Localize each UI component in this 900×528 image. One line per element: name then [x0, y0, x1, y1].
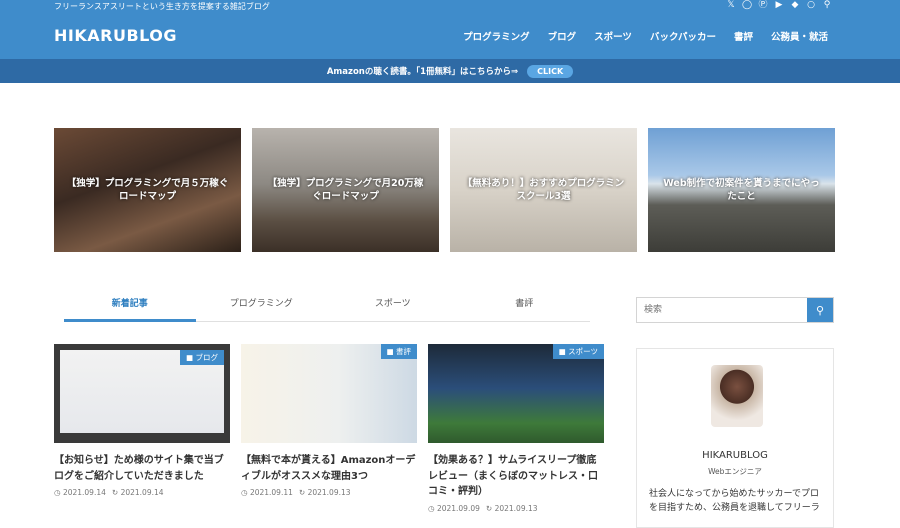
search-icon[interactable]: ⚲ — [822, 0, 832, 10]
featured-posts: 【独学】プログラミングで月５万稼ぐロードマップ 【独学】プログラミングで月20万… — [54, 128, 835, 252]
folder-icon: ■ — [558, 347, 569, 356]
post-thumbnail[interactable]: ■ スポーツ — [428, 344, 604, 443]
notice-text[interactable]: Amazonの聴く読書。「1冊無料」はこちらから⇒ — [327, 65, 518, 77]
tab-sports[interactable]: スポーツ — [327, 296, 459, 321]
search-icon: ⚲ — [815, 304, 825, 317]
sidebar-search-button[interactable]: ⚲ — [807, 298, 833, 322]
featured-card-title: 【独学】プログラミングで月５万稼ぐロードマップ — [66, 178, 229, 202]
post-card[interactable]: ■ ブログ 【お知らせ】ため様のサイト集で当ブログをご紹介していただきました ◷… — [54, 344, 230, 513]
profile-description: 社会人になってから始めたサッカーでプロを目指すため、公務員を退職してフリーラ — [649, 489, 820, 514]
feedly-icon[interactable]: ◆ — [790, 0, 800, 10]
post-dates: ◷ 2021.09.14 ↻ 2021.09.14 — [54, 488, 230, 497]
tab-new-posts[interactable]: 新着記事 — [64, 296, 196, 322]
category-badge: ■ 書評 — [380, 344, 417, 359]
sidebar-search-input[interactable] — [637, 298, 807, 322]
category-badge: ■ スポーツ — [552, 344, 604, 359]
site-tagline: フリーランスアスリートという生き方を提案する雑記ブログ — [54, 2, 270, 11]
post-tabs: 新着記事 プログラミング スポーツ 書評 — [64, 296, 590, 322]
featured-card[interactable]: 【独学】プログラミングで月５万稼ぐロードマップ — [54, 128, 241, 252]
main-nav: プログラミング ブログ スポーツ バックパッカー 書評 公務員・就活 — [445, 29, 828, 43]
profile-widget: HIKARUBLOG Webエンジニア 社会人になってから始めたサッカーでプロを… — [636, 348, 834, 528]
post-title[interactable]: 【効果ある？】サムライスリープ徹底レビュー（まくらぼのマットレス・口コミ・評判） — [428, 453, 604, 500]
published-date: ◷ 2021.09.14 — [54, 488, 106, 497]
nav-item-reviews[interactable]: 書評 — [734, 29, 753, 43]
profile-name: HIKARUBLOG — [702, 450, 768, 461]
pinterest-icon[interactable]: Ⓟ — [758, 0, 768, 10]
twitter-icon[interactable]: 𝕏 — [726, 0, 736, 10]
updated-date-value: 2021.09.13 — [307, 488, 351, 497]
published-date-value: 2021.09.09 — [436, 503, 480, 513]
updated-date: ↻ 2021.09.13 — [299, 488, 351, 497]
post-list: ■ ブログ 【お知らせ】ため様のサイト集で当ブログをご紹介していただきました ◷… — [54, 344, 604, 513]
site-header: フリーランスアスリートという生き方を提案する雑記ブログ 𝕏 ◯ Ⓟ ▶ ◆ ○ … — [0, 0, 900, 59]
featured-card[interactable]: Web制作で初案件を貰うまでにやったこと — [648, 128, 835, 252]
notice-bar: Amazonの聴く読書。「1冊無料」はこちらから⇒ CLICK — [0, 59, 900, 83]
clock-icon: ◷ — [54, 488, 61, 497]
avatar — [711, 365, 763, 427]
category-label: ブログ — [195, 353, 219, 362]
refresh-icon: ↻ — [485, 503, 493, 513]
post-thumbnail[interactable]: ■ ブログ — [54, 344, 230, 443]
featured-card[interactable]: 【無料あり！】おすすめプログラミンスクール3選 — [450, 128, 637, 252]
profile-role: Webエンジニア — [708, 467, 762, 476]
published-date-value: 2021.09.11 — [249, 488, 293, 497]
published-date: ◷ 2021.09.09 — [428, 504, 480, 513]
refresh-icon: ↻ — [111, 488, 119, 497]
featured-card-title: 【無料あり！】おすすめプログラミンスクール3選 — [462, 178, 625, 202]
post-dates: ◷ 2021.09.09 ↻ 2021.09.13 — [428, 504, 604, 513]
published-date-value: 2021.09.14 — [62, 488, 106, 497]
featured-card-title: Web制作で初案件を貰うまでにやったこと — [663, 178, 820, 202]
social-links: 𝕏 ◯ Ⓟ ▶ ◆ ○ ⚲ — [726, 0, 832, 10]
folder-icon: ■ — [186, 353, 196, 362]
refresh-icon: ↻ — [298, 488, 306, 497]
nav-item-backpacker[interactable]: バックパッカー — [650, 29, 716, 43]
nav-item-sports[interactable]: スポーツ — [594, 29, 632, 43]
post-thumbnail[interactable]: ■ 書評 — [241, 344, 417, 443]
post-card[interactable]: ■ スポーツ 【効果ある？】サムライスリープ徹底レビュー（まくらぼのマットレス・… — [428, 344, 604, 513]
category-label: スポーツ — [568, 347, 598, 356]
post-title[interactable]: 【無料で本が貰える】Amazonオーディブルがオススメな理由3つ — [241, 453, 417, 484]
clock-icon: ◷ — [241, 488, 248, 497]
sidebar-search: ⚲ — [636, 297, 834, 323]
nav-item-programming[interactable]: プログラミング — [463, 29, 530, 43]
published-date: ◷ 2021.09.11 — [241, 488, 293, 497]
clock-icon: ◷ — [428, 503, 435, 513]
instagram-icon[interactable]: ◯ — [742, 0, 752, 10]
tab-programming[interactable]: プログラミング — [196, 296, 328, 321]
post-title[interactable]: 【お知らせ】ため様のサイト集で当ブログをご紹介していただきました — [54, 453, 230, 484]
notice-click-button[interactable]: CLICK — [527, 64, 574, 78]
category-label: 書評 — [396, 347, 411, 356]
post-card[interactable]: ■ 書評 【無料で本が貰える】Amazonオーディブルがオススメな理由3つ ◷ … — [241, 344, 417, 513]
updated-date-value: 2021.09.14 — [120, 488, 164, 497]
featured-card[interactable]: 【独学】プログラミングで月20万稼ぐロードマップ — [252, 128, 439, 252]
site-logo[interactable]: HIKARUBLOG — [54, 26, 177, 45]
rss-icon[interactable]: ○ — [806, 0, 816, 10]
nav-item-blog[interactable]: ブログ — [548, 29, 577, 43]
youtube-icon[interactable]: ▶ — [774, 0, 784, 10]
tab-reviews[interactable]: 書評 — [459, 296, 591, 321]
updated-date: ↻ 2021.09.14 — [112, 488, 164, 497]
updated-date: ↻ 2021.09.13 — [486, 504, 538, 513]
folder-icon: ■ — [386, 347, 396, 356]
featured-card-title: 【独学】プログラミングで月20万稼ぐロードマップ — [267, 178, 424, 202]
category-badge: ■ ブログ — [180, 350, 224, 365]
post-dates: ◷ 2021.09.11 ↻ 2021.09.13 — [241, 488, 417, 497]
nav-item-public-servant[interactable]: 公務員・就活 — [771, 29, 828, 43]
updated-date-value: 2021.09.13 — [494, 503, 538, 513]
